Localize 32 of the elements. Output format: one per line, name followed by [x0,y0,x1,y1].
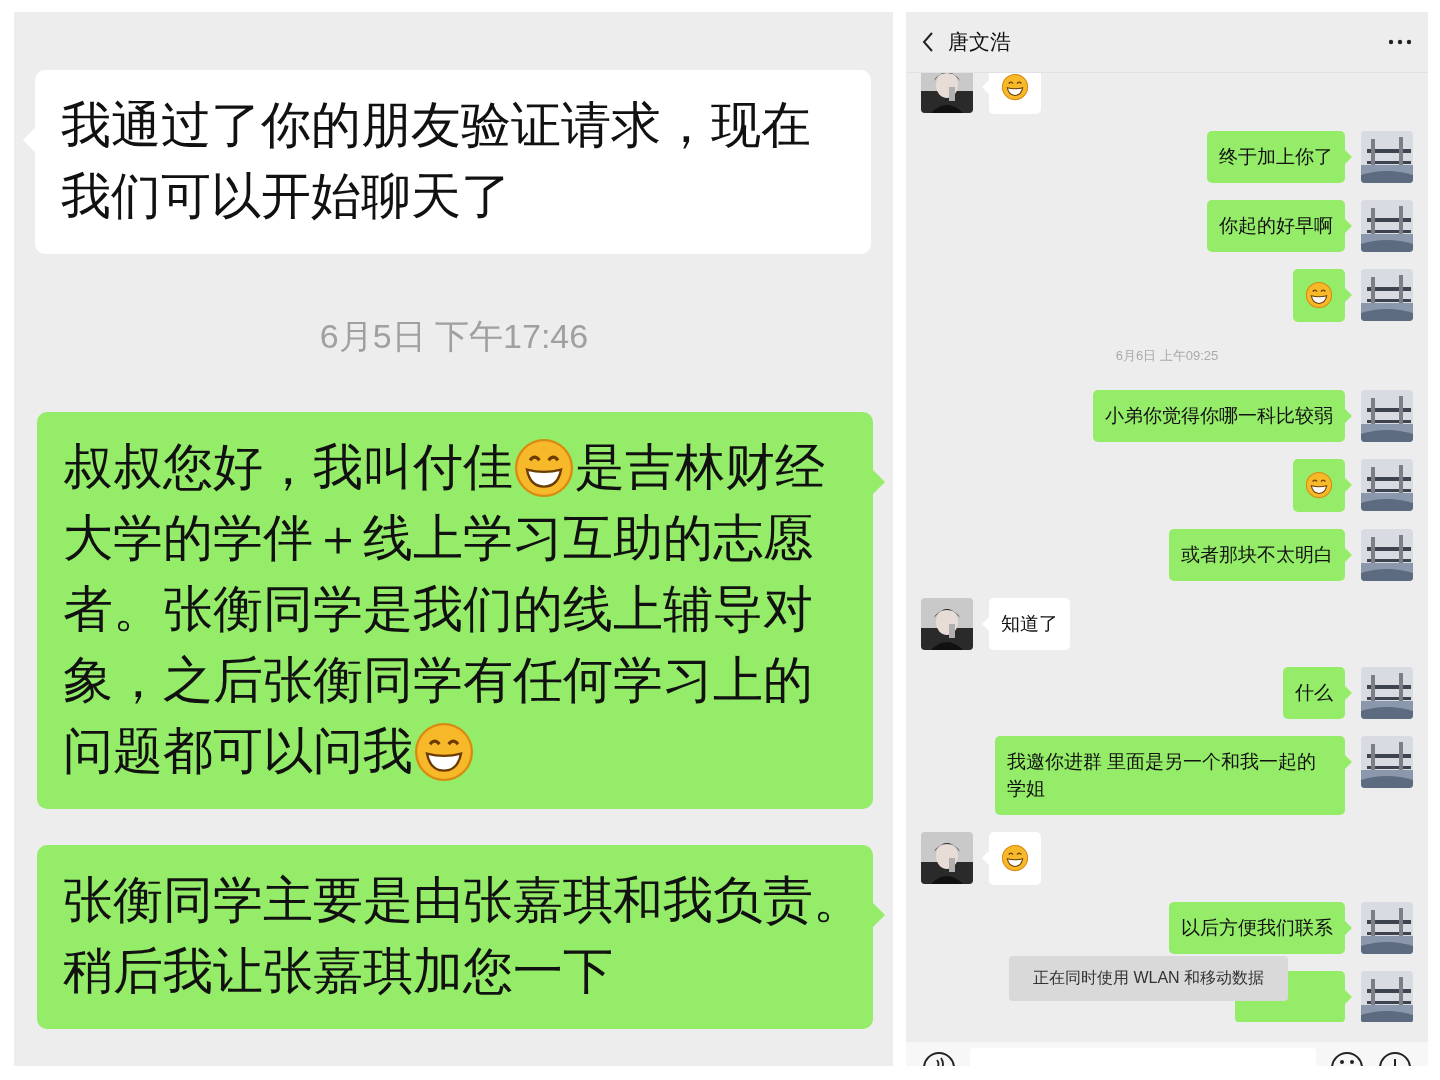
message-bubble: 我邀你进群 里面是另一个和我一起的学姐 [995,736,1345,815]
message-text: 象，之后张衡同学有任何学习上的 [63,651,813,710]
message-bubble: 或者那块不太明白 [1169,529,1345,581]
message-bubble: 以后方便我们联系 [1169,902,1345,954]
message-text: 张衡同学主要是由张嘉琪和我负责。 [63,871,863,930]
grinning-emoji-icon [513,436,575,499]
message-bubble: 终于加上你了 [1207,131,1345,183]
chat-title: 唐文浩 [948,29,1012,55]
message-text: 我通过了你的朋友验证请求，现在 [61,96,811,155]
voice-icon[interactable] [922,1050,956,1066]
message-text: 是吉林财经 [575,438,825,497]
timestamp: 6月5日 下午17:46 [318,316,590,357]
message-bubble: 知道了 [989,598,1070,650]
message-text: 我们可以开始聊天了 [61,167,511,226]
emoji-icon[interactable] [1330,1050,1364,1066]
back-icon[interactable] [922,31,934,53]
grinning-emoji-icon [1305,281,1333,309]
message-text: 者。张衡同学是我们的线上辅导对 [63,580,813,639]
message-text: 稍后我让张嘉琪加您一下 [63,942,613,1001]
message-text: 叔叔您好，我叫付佳 [63,438,513,497]
grinning-emoji-icon [1305,471,1333,499]
more-icon[interactable] [1388,39,1412,45]
plus-icon[interactable] [1378,1050,1412,1066]
grinning-emoji-icon [1001,844,1029,872]
message-bubble: 你起的好早啊 [1207,200,1345,252]
grinning-emoji-icon [413,720,475,783]
message-text: 大学的学伴＋线上学习互助的志愿 [63,509,813,568]
message-text: 问题都可以问我 [63,722,413,781]
toast-notification: 正在同时使用 WLAN 和移动数据 [1009,956,1289,1001]
message-bubble: 什么 [1283,667,1345,719]
message-bubble: 小弟你觉得你哪一科比较弱 [1093,390,1345,442]
timestamp: 6月6日 上午09:25 [1114,347,1220,365]
